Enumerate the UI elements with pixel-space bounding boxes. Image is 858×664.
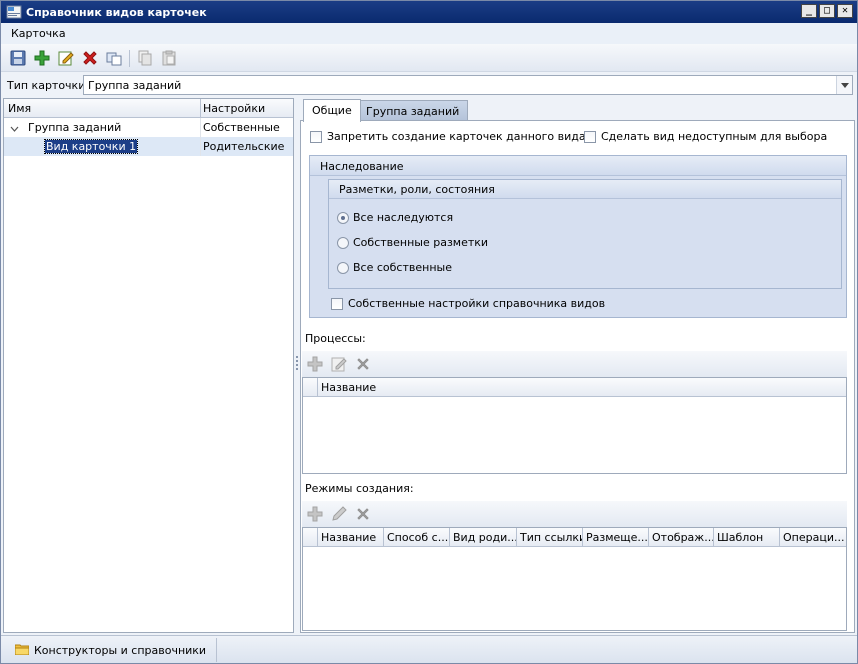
- checkbox-box[interactable]: [331, 297, 343, 310]
- main-toolbar: [1, 44, 857, 72]
- splitter-grip-icon[interactable]: [296, 356, 298, 370]
- card-type-select[interactable]: Группа заданий: [83, 75, 853, 95]
- delete-icon[interactable]: [355, 356, 371, 372]
- edit-icon[interactable]: [58, 50, 74, 66]
- radio-own-layouts[interactable]: Собственные разметки: [337, 236, 488, 249]
- radio-all-inherited[interactable]: Все наследуются: [337, 211, 453, 224]
- column-header[interactable]: Название: [317, 378, 846, 397]
- menu-card[interactable]: Карточка: [11, 27, 66, 40]
- save-icon[interactable]: [10, 50, 26, 66]
- processes-grid-header: Название: [303, 378, 846, 397]
- edit-icon[interactable]: [331, 356, 347, 372]
- own-settings-checkbox[interactable]: Собственные настройки справочника видов: [331, 297, 605, 310]
- unavailable-label: Сделать вид недоступным для выбора: [601, 130, 828, 143]
- tree-row-selected[interactable]: Вид карточки 1 Родительские: [4, 137, 293, 156]
- menu-bar: Карточка: [1, 23, 857, 44]
- processes-toolbar: [302, 351, 847, 377]
- column-header[interactable]: Тип ссылки: [516, 528, 582, 547]
- main-window: Справочник видов карточек _ □ ✕ Карточка: [0, 0, 858, 664]
- processes-label: Процессы:: [305, 332, 366, 345]
- pencil-icon[interactable]: [331, 506, 347, 522]
- column-divider[interactable]: [200, 99, 201, 118]
- designers-label: Конструкторы и справочники: [34, 643, 207, 657]
- tab-strip: Общие Группа заданий: [300, 98, 855, 122]
- radio-all-own[interactable]: Все собственные: [337, 261, 452, 274]
- copy-icon[interactable]: [106, 50, 122, 66]
- creation-modes-grid-header: Название Способ с... Вид роди... Тип ссы…: [303, 528, 846, 547]
- delete-icon[interactable]: [82, 50, 98, 66]
- card-type-row: Тип карточки: Группа заданий: [1, 72, 857, 98]
- creation-modes-toolbar: [302, 501, 847, 527]
- add-icon[interactable]: [307, 506, 323, 522]
- creation-modes-grid: Название Способ с... Вид роди... Тип ссы…: [302, 527, 847, 631]
- add-icon[interactable]: [307, 356, 323, 372]
- tree-item-name: Вид карточки 1: [43, 139, 139, 154]
- title-bar[interactable]: Справочник видов карточек _ □ ✕: [1, 1, 857, 23]
- chevron-down-icon[interactable]: [836, 76, 852, 94]
- card-type-label: Тип карточки:: [7, 79, 90, 92]
- inheritance-title: Наследование: [320, 160, 404, 173]
- chevron-expand-icon[interactable]: [10, 123, 19, 136]
- tree-column-divider: [200, 118, 201, 156]
- layouts-group-header: Разметки, роли, состояния: [329, 180, 841, 199]
- paste-icon[interactable]: [161, 50, 177, 66]
- processes-grid: Название: [302, 377, 847, 474]
- inheritance-group-header: Наследование: [310, 156, 846, 176]
- window-title: Справочник видов карточек: [26, 5, 207, 19]
- column-header[interactable]: Операци...: [779, 528, 846, 547]
- status-bar: Конструкторы и справочники: [1, 635, 857, 663]
- checkbox-box[interactable]: [310, 130, 322, 143]
- tree-item-setting: Собственные: [203, 121, 280, 134]
- delete-icon[interactable]: [355, 506, 371, 522]
- inheritance-group: Наследование Разметки, роли, состояния В…: [309, 155, 847, 318]
- tab-page-general: Запретить создание карточек данного вида…: [300, 120, 855, 633]
- maximize-button[interactable]: □: [819, 4, 835, 18]
- radio-button-selected[interactable]: [337, 211, 349, 224]
- radio-label: Все наследуются: [353, 211, 454, 224]
- details-pane: Общие Группа заданий Запретить создание …: [300, 98, 855, 633]
- forbid-create-label: Запретить создание карточек данного вида: [327, 130, 586, 143]
- app-icon: [6, 4, 22, 20]
- radio-label: Собственные разметки: [353, 236, 489, 249]
- column-header[interactable]: Размеще...: [582, 528, 648, 547]
- layouts-group: Разметки, роли, состояния Все наследуютс…: [328, 179, 842, 289]
- tab-general[interactable]: Общие: [303, 99, 361, 122]
- layouts-title: Разметки, роли, состояния: [339, 183, 495, 196]
- tree-item-setting: Родительские: [203, 140, 285, 153]
- tree-header: Имя Настройки: [4, 99, 293, 118]
- column-header[interactable]: Название: [317, 528, 383, 547]
- card-types-tree: Имя Настройки Группа заданий Собственные…: [3, 98, 294, 633]
- column-header[interactable]: Отображ...: [648, 528, 713, 547]
- minimize-button[interactable]: _: [801, 4, 817, 18]
- tree-item-name: Группа заданий: [28, 121, 122, 134]
- column-header[interactable]: Вид роди...: [449, 528, 516, 547]
- radio-button[interactable]: [337, 236, 349, 249]
- toolbar-separator: [129, 50, 130, 67]
- unavailable-checkbox[interactable]: Сделать вид недоступным для выбора: [584, 130, 827, 143]
- radio-button[interactable]: [337, 261, 349, 274]
- column-name-header[interactable]: Имя: [8, 102, 31, 115]
- column-header[interactable]: Шаблон: [713, 528, 779, 547]
- own-settings-label: Собственные настройки справочника видов: [348, 297, 606, 310]
- creation-modes-label: Режимы создания:: [305, 482, 414, 495]
- clone-icon[interactable]: [137, 50, 153, 66]
- tab-task-group[interactable]: Группа заданий: [357, 100, 469, 120]
- card-type-value: Группа заданий: [88, 79, 182, 92]
- radio-label: Все собственные: [353, 261, 452, 274]
- designers-button[interactable]: Конструкторы и справочники: [3, 638, 218, 662]
- column-header[interactable]: Способ с...: [383, 528, 449, 547]
- column-settings-header[interactable]: Настройки: [203, 102, 265, 115]
- forbid-create-checkbox[interactable]: Запретить создание карточек данного вида: [310, 130, 586, 143]
- folder-icon: [14, 643, 30, 658]
- close-button[interactable]: ✕: [837, 4, 853, 18]
- checkbox-box[interactable]: [584, 130, 596, 143]
- tree-row[interactable]: Группа заданий Собственные: [4, 118, 293, 137]
- add-icon[interactable]: [34, 50, 50, 66]
